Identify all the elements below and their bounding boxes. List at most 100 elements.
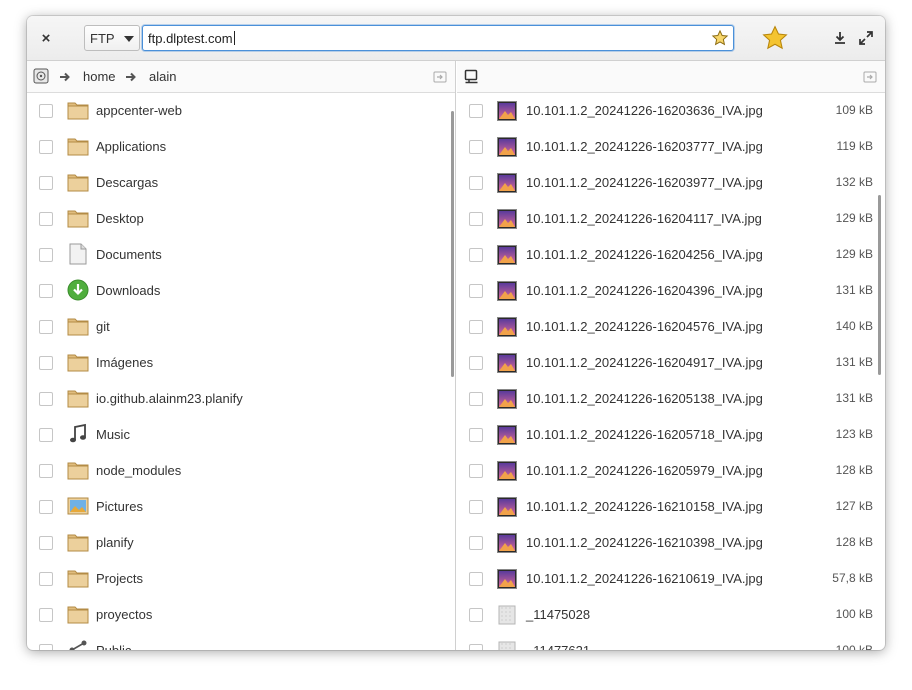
row-checkbox[interactable] (469, 140, 483, 154)
local-scrollbar[interactable] (451, 111, 454, 377)
row-checkbox[interactable] (469, 464, 483, 478)
list-item[interactable]: 10.101.1.2_20241226-16204117_IVA.jpg 129 … (457, 201, 885, 237)
list-item[interactable]: 10.101.1.2_20241226-16210619_IVA.jpg 57,8… (457, 561, 885, 597)
url-input[interactable]: ftp.dlptest.com (142, 25, 734, 51)
row-checkbox[interactable] (39, 608, 53, 622)
item-size: 132 kB (835, 175, 873, 189)
row-checkbox[interactable] (39, 212, 53, 226)
list-item[interactable]: _11477621 100 kB (457, 633, 885, 650)
list-item[interactable]: 10.101.1.2_20241226-16204917_IVA.jpg 131 … (457, 345, 885, 381)
row-checkbox[interactable] (469, 212, 483, 226)
remote-scrollbar[interactable] (878, 195, 881, 375)
row-checkbox[interactable] (469, 392, 483, 406)
image-file-icon (497, 281, 517, 301)
folder-icon (67, 171, 89, 193)
image-file-icon (497, 173, 517, 193)
folder-icon (67, 459, 89, 481)
list-item[interactable]: Downloads (27, 273, 455, 309)
list-item[interactable]: 10.101.1.2_20241226-16205979_IVA.jpg 128 … (457, 453, 885, 489)
list-item[interactable]: Desktop (27, 201, 455, 237)
row-checkbox[interactable] (469, 176, 483, 190)
item-size: 128 kB (835, 463, 873, 477)
hard-disk-icon[interactable] (33, 68, 49, 84)
list-item[interactable]: proyectos (27, 597, 455, 633)
document-icon (67, 243, 89, 265)
list-item[interactable]: 10.101.1.2_20241226-16205138_IVA.jpg 131 … (457, 381, 885, 417)
item-size: 140 kB (835, 319, 873, 333)
row-checkbox[interactable] (39, 644, 53, 650)
row-checkbox[interactable] (469, 320, 483, 334)
arrow-right-icon (126, 72, 136, 82)
item-name: Music (96, 427, 130, 442)
list-item[interactable]: 10.101.1.2_20241226-16204576_IVA.jpg 140 … (457, 309, 885, 345)
list-item[interactable]: Documents (27, 237, 455, 273)
list-item[interactable]: 10.101.1.2_20241226-16203977_IVA.jpg 132 … (457, 165, 885, 201)
arrow-right-icon (60, 72, 70, 82)
row-checkbox[interactable] (469, 356, 483, 370)
row-checkbox[interactable] (469, 536, 483, 550)
breadcrumb-alain[interactable]: alain (149, 69, 176, 84)
row-checkbox[interactable] (39, 248, 53, 262)
list-item[interactable]: io.github.alainm23.planify (27, 381, 455, 417)
protocol-select[interactable]: FTP (84, 25, 140, 51)
row-checkbox[interactable] (469, 284, 483, 298)
list-item[interactable]: Imágenes (27, 345, 455, 381)
item-size: 129 kB (835, 247, 873, 261)
row-checkbox[interactable] (39, 428, 53, 442)
image-file-icon (497, 389, 517, 409)
item-name: 10.101.1.2_20241226-16204256_IVA.jpg (526, 247, 763, 262)
bookmark-star-icon[interactable] (711, 29, 729, 47)
row-checkbox[interactable] (469, 428, 483, 442)
list-item[interactable]: 10.101.1.2_20241226-16203636_IVA.jpg 109 … (457, 93, 885, 129)
row-checkbox[interactable] (469, 500, 483, 514)
row-checkbox[interactable] (469, 248, 483, 262)
row-checkbox[interactable] (39, 140, 53, 154)
row-checkbox[interactable] (39, 104, 53, 118)
list-item[interactable]: 10.101.1.2_20241226-16205718_IVA.jpg 123 … (457, 417, 885, 453)
list-item[interactable]: planify (27, 525, 455, 561)
list-item[interactable]: Pictures (27, 489, 455, 525)
list-item[interactable]: Public (27, 633, 455, 650)
list-item[interactable]: Applications (27, 129, 455, 165)
list-item[interactable]: 10.101.1.2_20241226-16210398_IVA.jpg 128 … (457, 525, 885, 561)
row-checkbox[interactable] (469, 572, 483, 586)
list-item[interactable]: 10.101.1.2_20241226-16210158_IVA.jpg 127 … (457, 489, 885, 525)
list-item[interactable]: 10.101.1.2_20241226-16204396_IVA.jpg 131 … (457, 273, 885, 309)
row-checkbox[interactable] (39, 464, 53, 478)
row-checkbox[interactable] (39, 536, 53, 550)
row-checkbox[interactable] (39, 572, 53, 586)
list-item[interactable]: _11475028 100 kB (457, 597, 885, 633)
transfer-icon[interactable] (863, 70, 877, 84)
transfer-icon[interactable] (433, 70, 447, 84)
list-item[interactable]: node_modules (27, 453, 455, 489)
item-name: 10.101.1.2_20241226-16204117_IVA.jpg (526, 211, 762, 226)
list-item[interactable]: appcenter-web (27, 93, 455, 129)
close-button[interactable]: × (35, 27, 57, 49)
fullscreen-icon[interactable] (858, 30, 874, 46)
network-server-icon[interactable] (464, 69, 480, 85)
local-pane: home alain appcenter-web Applications Desc… (27, 61, 456, 650)
item-name: 10.101.1.2_20241226-16210158_IVA.jpg (526, 499, 763, 514)
row-checkbox[interactable] (39, 320, 53, 334)
item-name: 10.101.1.2_20241226-16205138_IVA.jpg (526, 391, 763, 406)
image-file-icon (497, 101, 517, 121)
bookmarks-star-icon[interactable] (762, 25, 788, 51)
row-checkbox[interactable] (39, 500, 53, 514)
row-checkbox[interactable] (39, 392, 53, 406)
download-icon[interactable] (832, 30, 848, 46)
breadcrumb-home[interactable]: home (83, 69, 116, 84)
list-item[interactable]: Music (27, 417, 455, 453)
row-checkbox[interactable] (469, 104, 483, 118)
list-item[interactable]: git (27, 309, 455, 345)
row-checkbox[interactable] (469, 644, 483, 650)
row-checkbox[interactable] (39, 356, 53, 370)
list-item[interactable]: Projects (27, 561, 455, 597)
list-item[interactable]: Descargas (27, 165, 455, 201)
list-item[interactable]: 10.101.1.2_20241226-16203777_IVA.jpg 119 … (457, 129, 885, 165)
row-checkbox[interactable] (39, 284, 53, 298)
list-item[interactable]: 10.101.1.2_20241226-16204256_IVA.jpg 129 … (457, 237, 885, 273)
item-name: 10.101.1.2_20241226-16203777_IVA.jpg (526, 139, 763, 154)
folder-icon (67, 99, 89, 121)
row-checkbox[interactable] (39, 176, 53, 190)
row-checkbox[interactable] (469, 608, 483, 622)
